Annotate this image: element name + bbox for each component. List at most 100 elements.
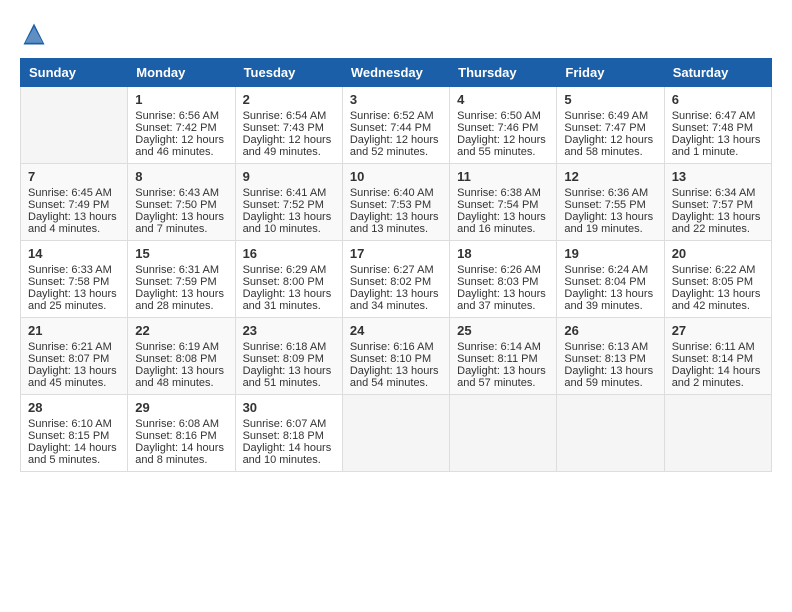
sunrise: Sunrise: 6:34 AM <box>672 187 756 199</box>
weekday-header-monday: Monday <box>128 59 235 87</box>
sunset: Sunset: 7:53 PM <box>350 199 431 211</box>
day-number: 6 <box>672 92 764 107</box>
day-number: 13 <box>672 169 764 184</box>
calendar-cell: 20Sunrise: 6:22 AMSunset: 8:05 PMDayligh… <box>664 241 771 318</box>
sunrise: Sunrise: 6:54 AM <box>243 110 327 122</box>
sunrise: Sunrise: 6:56 AM <box>135 110 219 122</box>
sunrise: Sunrise: 6:38 AM <box>457 187 541 199</box>
sunset: Sunset: 8:10 PM <box>350 353 431 365</box>
sunset: Sunset: 7:44 PM <box>350 122 431 134</box>
day-number: 4 <box>457 92 549 107</box>
calendar-cell: 29Sunrise: 6:08 AMSunset: 8:16 PMDayligh… <box>128 395 235 472</box>
sunset: Sunset: 8:07 PM <box>28 353 109 365</box>
calendar-cell: 9Sunrise: 6:41 AMSunset: 7:52 PMDaylight… <box>235 164 342 241</box>
sunset: Sunset: 7:43 PM <box>243 122 324 134</box>
daylight: Daylight: 13 hours and 45 minutes. <box>28 365 117 389</box>
day-number: 27 <box>672 323 764 338</box>
day-number: 12 <box>564 169 656 184</box>
calendar-cell: 15Sunrise: 6:31 AMSunset: 7:59 PMDayligh… <box>128 241 235 318</box>
calendar-cell: 12Sunrise: 6:36 AMSunset: 7:55 PMDayligh… <box>557 164 664 241</box>
day-number: 7 <box>28 169 120 184</box>
sunset: Sunset: 7:55 PM <box>564 199 645 211</box>
calendar-week-2: 7Sunrise: 6:45 AMSunset: 7:49 PMDaylight… <box>21 164 772 241</box>
calendar-cell: 14 Sunrise: 6:33 AMSunset: 7:58 PMDayligh… <box>21 241 128 318</box>
calendar-week-5: 28Sunrise: 6:10 AMSunset: 8:15 PMDayligh… <box>21 395 772 472</box>
daylight: Daylight: 13 hours and 54 minutes. <box>350 365 439 389</box>
daylight: Daylight: 12 hours and 55 minutes. <box>457 134 546 158</box>
calendar-cell: 22Sunrise: 6:19 AMSunset: 8:08 PMDayligh… <box>128 318 235 395</box>
day-number: 9 <box>243 169 335 184</box>
daylight: Daylight: 13 hours and 4 minutes. <box>28 211 117 235</box>
sunset: Sunset: 7:58 PM <box>28 276 109 288</box>
sunrise: Sunrise: 6:27 AM <box>350 264 434 276</box>
sunset: Sunset: 7:49 PM <box>28 199 109 211</box>
day-number: 10 <box>350 169 442 184</box>
daylight: Daylight: 13 hours and 34 minutes. <box>350 288 439 312</box>
calendar-cell: 3Sunrise: 6:52 AMSunset: 7:44 PMDaylight… <box>342 87 449 164</box>
sunset: Sunset: 8:09 PM <box>243 353 324 365</box>
day-number: 2 <box>243 92 335 107</box>
day-number: 3 <box>350 92 442 107</box>
calendar-cell: 2 Sunrise: 6:54 AMSunset: 7:43 PMDaylight… <box>235 87 342 164</box>
sunrise: Sunrise: 6:21 AM <box>28 341 112 353</box>
day-number: 30 <box>243 400 335 415</box>
day-number: 22 <box>135 323 227 338</box>
calendar-cell: 13Sunrise: 6:34 AMSunset: 7:57 PMDayligh… <box>664 164 771 241</box>
sunrise: Sunrise: 6:33 AM <box>28 264 112 276</box>
calendar-table: SundayMondayTuesdayWednesdayThursdayFrid… <box>20 58 772 472</box>
calendar-cell <box>664 395 771 472</box>
day-number: 24 <box>350 323 442 338</box>
daylight: Daylight: 12 hours and 46 minutes. <box>135 134 224 158</box>
day-number: 1 <box>135 92 227 107</box>
calendar-cell: 18Sunrise: 6:26 AMSunset: 8:03 PMDayligh… <box>450 241 557 318</box>
calendar-cell: 21Sunrise: 6:21 AMSunset: 8:07 PMDayligh… <box>21 318 128 395</box>
day-number: 14 <box>28 246 120 261</box>
daylight: Daylight: 12 hours and 49 minutes. <box>243 134 332 158</box>
daylight: Daylight: 13 hours and 31 minutes. <box>243 288 332 312</box>
calendar-cell: 5Sunrise: 6:49 AMSunset: 7:47 PMDaylight… <box>557 87 664 164</box>
sunrise: Sunrise: 6:07 AM <box>243 418 327 430</box>
daylight: Daylight: 13 hours and 39 minutes. <box>564 288 653 312</box>
sunset: Sunset: 7:42 PM <box>135 122 216 134</box>
calendar-cell: 24 Sunrise: 6:16 AMSunset: 8:10 PMDayligh… <box>342 318 449 395</box>
day-number: 8 <box>135 169 227 184</box>
daylight: Daylight: 13 hours and 16 minutes. <box>457 211 546 235</box>
sunrise: Sunrise: 6:43 AM <box>135 187 219 199</box>
daylight: Daylight: 13 hours and 1 minute. <box>672 134 761 158</box>
sunset: Sunset: 8:02 PM <box>350 276 431 288</box>
calendar-cell: 23Sunrise: 6:18 AMSunset: 8:09 PMDayligh… <box>235 318 342 395</box>
sunset: Sunset: 8:15 PM <box>28 430 109 442</box>
sunset: Sunset: 7:47 PM <box>564 122 645 134</box>
daylight: Daylight: 13 hours and 25 minutes. <box>28 288 117 312</box>
day-number: 16 <box>243 246 335 261</box>
sunset: Sunset: 8:05 PM <box>672 276 753 288</box>
day-number: 23 <box>243 323 335 338</box>
calendar-cell: 4Sunrise: 6:50 AMSunset: 7:46 PMDaylight… <box>450 87 557 164</box>
daylight: Daylight: 14 hours and 8 minutes. <box>135 442 224 466</box>
calendar-cell: 16Sunrise: 6:29 AMSunset: 8:00 PMDayligh… <box>235 241 342 318</box>
sunset: Sunset: 8:16 PM <box>135 430 216 442</box>
sunrise: Sunrise: 6:16 AM <box>350 341 434 353</box>
daylight: Daylight: 13 hours and 48 minutes. <box>135 365 224 389</box>
sunset: Sunset: 8:00 PM <box>243 276 324 288</box>
calendar-cell: 17Sunrise: 6:27 AMSunset: 8:02 PMDayligh… <box>342 241 449 318</box>
sunset: Sunset: 7:54 PM <box>457 199 538 211</box>
weekday-header-tuesday: Tuesday <box>235 59 342 87</box>
calendar-cell <box>342 395 449 472</box>
calendar-cell: 1 Sunrise: 6:56 AMSunset: 7:42 PMDaylight… <box>128 87 235 164</box>
sunrise: Sunrise: 6:49 AM <box>564 110 648 122</box>
daylight: Daylight: 13 hours and 7 minutes. <box>135 211 224 235</box>
calendar-cell: 7Sunrise: 6:45 AMSunset: 7:49 PMDaylight… <box>21 164 128 241</box>
daylight: Daylight: 13 hours and 22 minutes. <box>672 211 761 235</box>
logo <box>20 20 52 48</box>
sunset: Sunset: 7:50 PM <box>135 199 216 211</box>
day-number: 26 <box>564 323 656 338</box>
day-number: 29 <box>135 400 227 415</box>
sunrise: Sunrise: 6:40 AM <box>350 187 434 199</box>
sunrise: Sunrise: 6:26 AM <box>457 264 541 276</box>
sunset: Sunset: 7:59 PM <box>135 276 216 288</box>
page-header <box>20 20 772 48</box>
sunset: Sunset: 8:14 PM <box>672 353 753 365</box>
sunrise: Sunrise: 6:50 AM <box>457 110 541 122</box>
sunrise: Sunrise: 6:36 AM <box>564 187 648 199</box>
